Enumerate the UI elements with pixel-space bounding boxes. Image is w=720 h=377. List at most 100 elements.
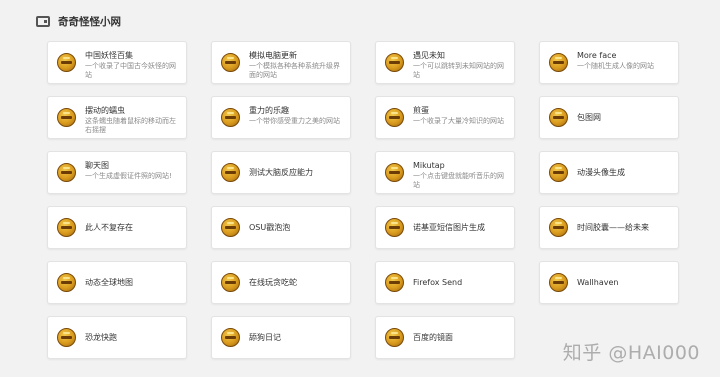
site-card[interactable]: Mikutap 一个点击键盘就能听音乐的网站 [375, 151, 515, 194]
site-logo-icon [221, 163, 240, 182]
site-card[interactable]: 动漫头像生成 [539, 151, 679, 194]
card-title: More face [577, 51, 617, 60]
card-title: 聊天图 [85, 161, 109, 170]
card-text: Wallhaven [577, 277, 618, 288]
card-text: 煎蛋 一个收录了大量冷知识的网站 [413, 105, 504, 126]
site-logo-icon [57, 108, 76, 127]
site-card[interactable]: 包图网 [539, 96, 679, 139]
card-title: 动态全球地图 [85, 278, 133, 287]
section-header: 奇奇怪怪小网 [36, 12, 121, 30]
card-title: 舔狗日记 [249, 333, 281, 342]
card-text: 包图网 [577, 112, 601, 123]
watermark: 知乎 @HAI000 [562, 342, 700, 364]
site-card[interactable]: 此人不复存在 [47, 206, 187, 249]
card-title: 模拟电脑更新 [249, 51, 297, 60]
site-card[interactable]: 测试大脑反应能力 [211, 151, 351, 194]
site-card[interactable]: OSU戳泡泡 [211, 206, 351, 249]
card-title: OSU戳泡泡 [249, 223, 291, 232]
site-card[interactable]: 模拟电脑更新一个模拟各种各种系统升级界面的网站 [211, 41, 351, 84]
site-logo-icon [57, 218, 76, 237]
card-text: 测试大脑反应能力 [249, 167, 313, 178]
site-card[interactable]: 时间胶囊——给未来 [539, 206, 679, 249]
site-logo-icon [221, 108, 240, 127]
card-title: 遇见未知 [413, 51, 445, 60]
site-logo-icon [57, 163, 76, 182]
site-card[interactable]: 重力的乐趣一个带你感受重力之美的网站 [211, 96, 351, 139]
card-text: 时间胶囊——给未来 [577, 222, 649, 233]
card-text: OSU戳泡泡 [249, 222, 290, 233]
site-logo-icon [385, 273, 404, 292]
card-text: 摆动的蠕虫这条蠕虫随着鼠标的移动而左右摇摆 [85, 105, 180, 135]
wallet-icon [36, 15, 50, 27]
card-description: 这条蠕虫随着鼠标的移动而左右摇摆 [85, 117, 176, 134]
site-card[interactable]: More face 一个随机生成人像的网站 [539, 41, 679, 84]
card-title: 摆动的蠕虫 [85, 106, 125, 115]
site-logo-icon [385, 108, 404, 127]
site-card[interactable]: 动态全球地图 [47, 261, 187, 304]
card-description: 一个点击键盘就能听音乐的网站 [413, 172, 504, 189]
site-card[interactable]: 百度的镜面 [375, 316, 515, 359]
site-card[interactable]: 聊天图一个生成虚假证件照的网站! [47, 151, 187, 194]
card-text: Mikutap 一个点击键盘就能听音乐的网站 [413, 160, 508, 190]
card-description: 一个可以跳转到未知网站的网站 [413, 62, 504, 79]
site-card-grid: 中国妖怪百集一个收录了中国古今妖怪的网站 模拟电脑更新一个模拟各种各种系统升级界面… [47, 41, 679, 359]
card-text: 重力的乐趣一个带你感受重力之美的网站 [249, 105, 340, 126]
card-title: 百度的镜面 [413, 333, 453, 342]
card-text: 恐龙快跑 [85, 332, 117, 343]
card-description: 一个生成虚假证件照的网站! [85, 172, 172, 180]
site-card[interactable]: 诺基亚短信图片生成 [375, 206, 515, 249]
site-logo-icon [549, 163, 568, 182]
card-text: 中国妖怪百集一个收录了中国古今妖怪的网站 [85, 50, 180, 80]
site-logo-icon [57, 53, 76, 72]
site-card[interactable]: 在线玩贪吃蛇 [211, 261, 351, 304]
site-card[interactable]: 煎蛋 一个收录了大量冷知识的网站 [375, 96, 515, 139]
card-description: 一个收录了大量冷知识的网站 [413, 117, 504, 125]
card-text: 诺基亚短信图片生成 [413, 222, 485, 233]
card-title: 动漫头像生成 [577, 168, 625, 177]
card-title: 包图网 [577, 113, 601, 122]
card-title: Wallhaven [577, 278, 619, 287]
card-text: 动态全球地图 [85, 277, 133, 288]
site-card[interactable]: 舔狗日记 [211, 316, 351, 359]
site-logo-icon [549, 108, 568, 127]
site-card[interactable]: Firefox Send [375, 261, 515, 304]
site-logo-icon [221, 53, 240, 72]
site-logo-icon [221, 218, 240, 237]
site-logo-icon [385, 53, 404, 72]
card-title: 重力的乐趣 [249, 106, 289, 115]
site-logo-icon [385, 328, 404, 347]
site-card[interactable]: 遇见未知一个可以跳转到未知网站的网站 [375, 41, 515, 84]
site-logo-icon [57, 328, 76, 347]
card-text: Firefox Send [413, 277, 462, 288]
card-text: 舔狗日记 [249, 332, 281, 343]
site-logo-icon [385, 218, 404, 237]
card-text: 动漫头像生成 [577, 167, 625, 178]
card-title: Mikutap [413, 161, 445, 170]
card-title: 测试大脑反应能力 [249, 168, 313, 177]
site-card[interactable]: 摆动的蠕虫这条蠕虫随着鼠标的移动而左右摇摆 [47, 96, 187, 139]
card-text: 百度的镜面 [413, 332, 453, 343]
site-logo-icon [221, 273, 240, 292]
card-title: 在线玩贪吃蛇 [249, 278, 297, 287]
card-title: 时间胶囊——给未来 [577, 223, 649, 232]
site-logo-icon [549, 273, 568, 292]
site-logo-icon [549, 218, 568, 237]
card-text: 聊天图一个生成虚假证件照的网站! [85, 160, 172, 181]
site-logo-icon [549, 53, 568, 72]
site-logo-icon [57, 273, 76, 292]
card-text: 模拟电脑更新一个模拟各种各种系统升级界面的网站 [249, 50, 344, 80]
card-text: More face 一个随机生成人像的网站 [577, 50, 654, 71]
site-card[interactable]: 恐龙快跑 [47, 316, 187, 359]
card-description: 一个带你感受重力之美的网站 [249, 117, 340, 125]
card-title: Firefox Send [413, 278, 463, 287]
card-text: 此人不复存在 [85, 222, 133, 233]
site-card[interactable]: 中国妖怪百集一个收录了中国古今妖怪的网站 [47, 41, 187, 84]
card-description: 一个随机生成人像的网站 [577, 62, 654, 70]
card-description: 一个收录了中国古今妖怪的网站 [85, 62, 176, 79]
card-text: 遇见未知一个可以跳转到未知网站的网站 [413, 50, 508, 80]
card-description: 一个模拟各种各种系统升级界面的网站 [249, 62, 340, 79]
site-card[interactable]: Wallhaven [539, 261, 679, 304]
card-title: 此人不复存在 [85, 223, 133, 232]
card-title: 中国妖怪百集 [85, 51, 133, 60]
card-title: 诺基亚短信图片生成 [413, 223, 485, 232]
